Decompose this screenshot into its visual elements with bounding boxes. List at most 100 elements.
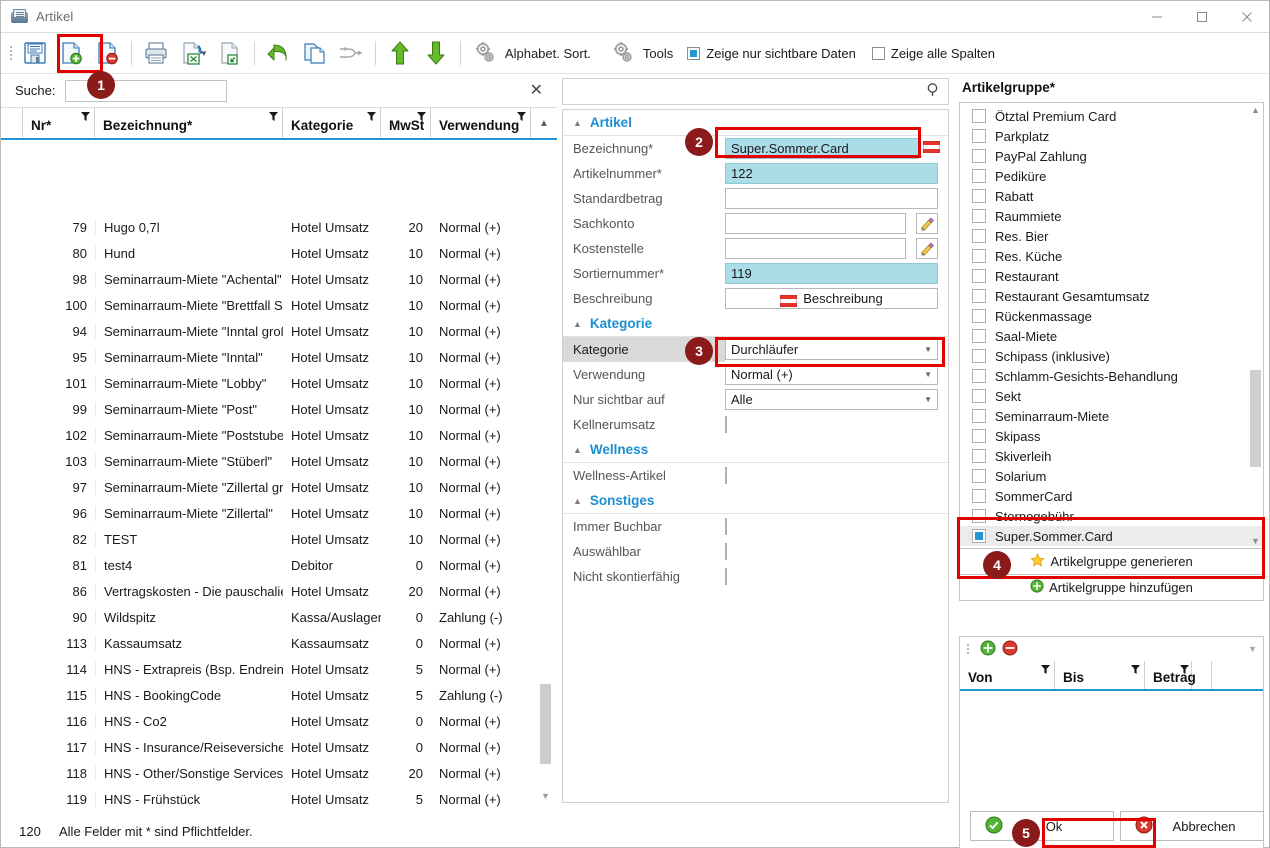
list-item[interactable]: Skiverleih [960,446,1263,466]
field-checkbox[interactable] [725,568,727,585]
field-checkbox[interactable] [725,518,727,535]
austria-flag-icon[interactable] [922,140,941,156]
table-row[interactable]: 118 HNS - Other/Sonstige Services Hotel Um… [1,760,557,786]
input-standardbetrag[interactable] [725,188,938,209]
grid-header-mwst[interactable]: MwSt [381,108,431,138]
filter-icon[interactable] [1180,665,1189,674]
input-kostenstelle[interactable] [725,238,906,259]
export-excel-button[interactable] [174,36,210,70]
grid-header-kategorie[interactable]: Kategorie [283,108,381,138]
detail-search-bar[interactable] [562,78,949,105]
table-row[interactable]: 117 HNS - Insurance/Reiseversicherung Hote… [1,734,557,760]
filter-icon[interactable] [367,112,376,121]
list-item[interactable]: Rückenmassage [960,306,1263,326]
search-icon[interactable] [926,82,942,101]
collapse-triangle-icon[interactable]: ▲ [573,118,582,128]
chevron-down-icon[interactable]: ▼ [924,390,932,409]
input-sachkonto[interactable] [725,213,906,234]
field-checkbox[interactable] [725,543,727,560]
table-row[interactable]: 79 Hugo 0,7l Hotel Umsatz 20 Normal (+) [1,214,557,240]
group-checkbox[interactable] [972,369,986,383]
list-item[interactable]: Pediküre [960,166,1263,186]
table-row[interactable]: 99 Seminarraum-Miete "Post" Hotel Umsatz 10… [1,396,557,422]
clear-search-icon[interactable]: ✕ [530,82,547,99]
print-button[interactable] [138,36,174,70]
group-checkbox[interactable] [972,229,986,243]
chevron-down-icon[interactable]: ▼ [924,365,932,384]
description-button[interactable]: Beschreibung [725,288,938,309]
merge-button[interactable] [333,36,369,70]
list-item[interactable]: Ötztal Premium Card [960,106,1263,126]
delete-record-button[interactable] [89,36,125,70]
table-row[interactable]: 97 Seminarraum-Miete "Zillertal groß" Hote… [1,474,557,500]
undo-button[interactable] [261,36,297,70]
list-item[interactable]: Res. Bier [960,226,1263,246]
group-checkbox[interactable] [972,309,986,323]
grid-vertical-scrollbar[interactable]: ▼ [540,216,551,801]
list-item[interactable]: Stornogebühr [960,506,1263,526]
cancel-button[interactable]: Abbrechen [1120,811,1264,841]
group-checkbox[interactable] [972,169,986,183]
group-checkbox[interactable] [972,489,986,503]
close-icon[interactable] [1224,1,1269,32]
table-row[interactable]: 86 Vertragskosten - Die pauschalierten Hot… [1,578,557,604]
list-item[interactable]: Solarium [960,466,1263,486]
amount-header-betrag[interactable]: Betrag [1145,661,1196,689]
group-checkbox[interactable] [972,529,986,543]
select-verwendung[interactable]: Normal (+) ▼ [725,364,938,385]
list-item[interactable]: Restaurant [960,266,1263,286]
list-item[interactable]: Schipass (inklusive) [960,346,1263,366]
section-header-kategorie[interactable]: ▲ Kategorie [563,311,948,337]
group-checkbox[interactable] [972,289,986,303]
list-item[interactable]: Seminarraum-Miete [960,406,1263,426]
group-checkbox[interactable] [972,429,986,443]
scrollbar-thumb[interactable] [540,684,551,765]
input-artikelnummer[interactable]: 122 [725,163,938,184]
group-checkbox[interactable] [972,409,986,423]
field-checkbox[interactable] [725,416,727,433]
table-row[interactable]: 80 Hund Hotel Umsatz 10 Normal (+) [1,240,557,266]
collapse-triangle-icon[interactable]: ▲ [573,319,582,329]
list-item[interactable]: Saal-Miete [960,326,1263,346]
table-row[interactable]: 82 TEST Hotel Umsatz 10 Normal (+) [1,526,557,552]
grid-scroll-up-icon[interactable]: ▲ [531,108,557,138]
grid-header-verwendung[interactable]: Verwendung [431,108,531,138]
filter-icon[interactable] [417,112,426,121]
input-bezeichnung[interactable]: Super.Sommer.Card [725,138,919,159]
table-row[interactable]: 100 Seminarraum-Miete "Brettfall Stüberl"… [1,292,557,318]
table-row[interactable]: 114 HNS - Extrapreis (Bsp. Endreinigung) H… [1,656,557,682]
alphabet-sort-label[interactable]: Alphabet. Sort. [505,46,591,61]
minimize-icon[interactable] [1134,1,1179,32]
select-nursichtbarauf[interactable]: Alle ▼ [725,389,938,410]
move-up-button[interactable] [382,36,418,70]
table-row[interactable]: 119 HNS - Frühstück Hotel Umsatz 5 Normal (+… [1,786,557,812]
grid-header-nr[interactable]: Nr* [23,108,95,138]
scroll-down-icon[interactable]: ▼ [1251,536,1260,546]
group-checkbox[interactable] [972,149,986,163]
pencil-edit-button[interactable] [916,213,938,234]
toolbar-grip[interactable] [7,42,15,64]
table-row[interactable]: 95 Seminarraum-Miete "Inntal" Hotel Umsatz… [1,344,557,370]
amount-header-von[interactable]: Von [960,661,1055,689]
scroll-up-icon[interactable]: ▲ [1251,105,1260,115]
amount-table-dropdown-icon[interactable]: ▼ [1248,644,1257,654]
show-all-columns-checkbox[interactable]: Zeige alle Spalten [871,46,995,61]
field-checkbox[interactable] [725,467,727,484]
scrollbar-thumb[interactable] [1250,369,1261,467]
group-checkbox[interactable] [972,329,986,343]
list-item[interactable]: Sekt [960,386,1263,406]
group-checkbox[interactable] [972,269,986,283]
scroll-down-icon[interactable]: ▼ [541,791,550,801]
group-checkbox[interactable] [972,349,986,363]
save-button[interactable] [17,36,53,70]
maximize-icon[interactable] [1179,1,1224,32]
remove-amount-row-button[interactable] [1002,640,1018,659]
group-list-scrollbar[interactable]: ▲ ▼ [1250,105,1261,546]
table-row[interactable]: 115 HNS - BookingCode Hotel Umsatz 5 Zahlung… [1,682,557,708]
table-grip[interactable] [964,638,972,660]
table-row[interactable]: 101 Seminarraum-Miete "Lobby" Hotel Umsatz… [1,370,557,396]
filter-icon[interactable] [81,112,90,121]
collapse-triangle-icon[interactable]: ▲ [573,445,582,455]
select-kategorie[interactable]: Durchläufer ▼ [725,339,938,360]
grid-header-bezeichnung[interactable]: Bezeichnung* [95,108,283,138]
